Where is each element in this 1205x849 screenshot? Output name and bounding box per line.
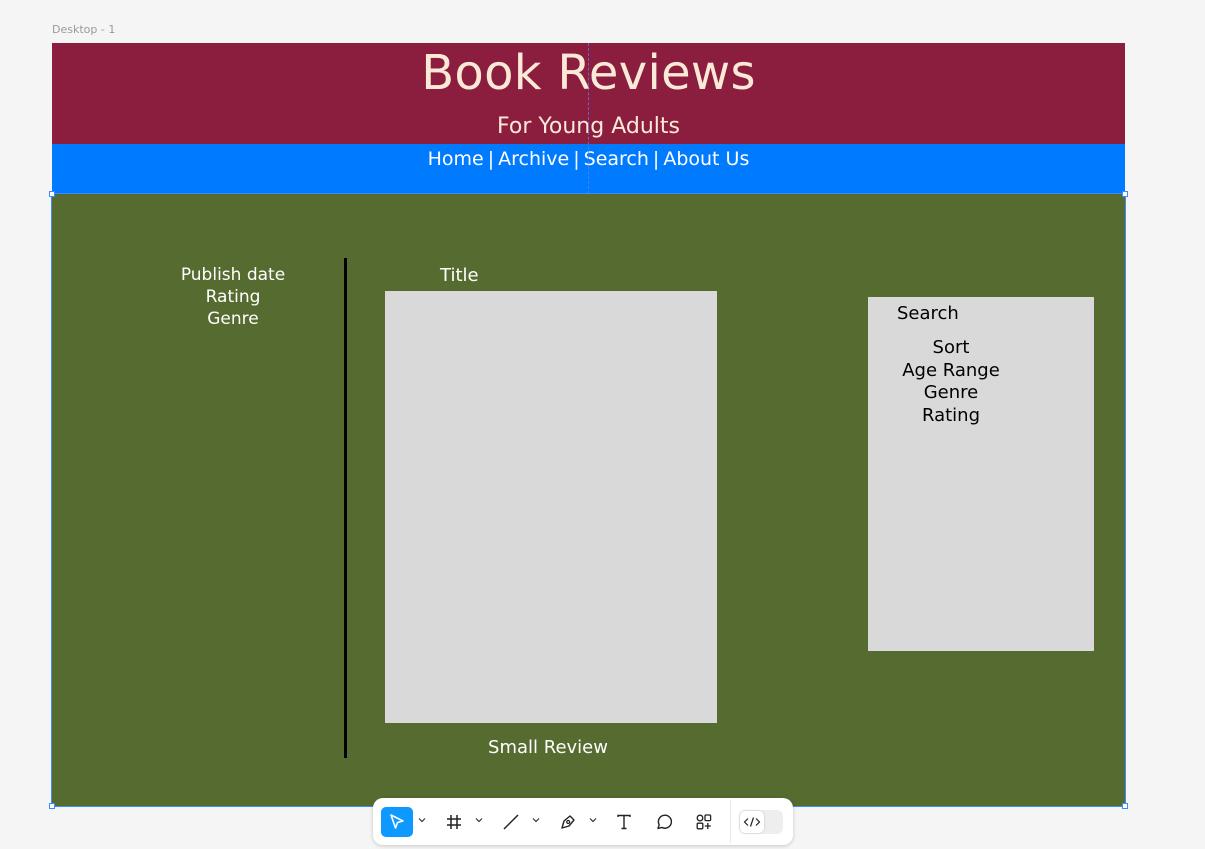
filter-sort[interactable]: Sort	[868, 337, 1034, 360]
filter-genre[interactable]: Genre	[868, 382, 1034, 405]
book-meta-list: Publish date Rating Genre	[172, 264, 294, 330]
vertical-divider[interactable]	[344, 258, 347, 758]
toolbar-separator	[730, 800, 731, 843]
filter-rating[interactable]: Rating	[868, 405, 1034, 428]
filter-age-range[interactable]: Age Range	[868, 360, 1034, 383]
meta-genre: Genre	[207, 309, 259, 329]
design-toolbar	[373, 798, 793, 845]
selection-handle-top-left[interactable]	[49, 191, 55, 197]
frame-tool-button[interactable]	[439, 807, 469, 837]
components-tool-button[interactable]	[689, 807, 719, 837]
chevron-down-icon[interactable]	[532, 816, 540, 824]
meta-rating: Rating	[205, 287, 261, 307]
book-cover-placeholder[interactable]	[385, 291, 717, 723]
selection-handle-bottom-right[interactable]	[1122, 803, 1128, 809]
nav-separator: |	[652, 148, 660, 170]
nav-link-about-us[interactable]: About Us	[663, 148, 749, 170]
desktop-frame[interactable]: Book Reviews For Young Adults Home | Archi…	[49, 43, 1128, 809]
move-cursor-icon	[390, 814, 404, 829]
comment-icon	[657, 814, 673, 830]
comment-tool-button[interactable]	[649, 807, 679, 837]
chevron-down-icon[interactable]	[418, 816, 426, 824]
chevron-down-icon[interactable]	[475, 816, 483, 824]
meta-publish-date: Publish date	[180, 265, 286, 285]
text-icon	[617, 814, 631, 830]
panel-search-label[interactable]: Search	[897, 303, 959, 325]
text-tool-button[interactable]	[609, 807, 639, 837]
nav-separator: |	[573, 148, 580, 170]
search-panel[interactable]: Search Sort Age Range Genre Rating	[868, 297, 1094, 651]
chevron-down-icon[interactable]	[589, 816, 597, 824]
frame-label[interactable]: Desktop - 1	[52, 23, 115, 36]
book-title[interactable]: Title	[440, 265, 479, 287]
small-review[interactable]: Small Review	[385, 737, 711, 759]
panel-filter-list: Sort Age Range Genre Rating	[868, 337, 1034, 427]
nav-separator: |	[487, 148, 495, 170]
pen-icon	[561, 815, 575, 829]
line-icon	[503, 814, 519, 830]
frame-icon	[447, 815, 461, 829]
layout-guide-line	[588, 43, 589, 194]
line-tool-button[interactable]	[496, 807, 526, 837]
main-content[interactable]: Publish date Rating Genre Title Small Re…	[49, 191, 1128, 809]
dev-mode-icon	[743, 817, 761, 827]
selection-handle-bottom-left[interactable]	[49, 803, 55, 809]
nav-link-archive[interactable]: Archive	[498, 148, 569, 170]
move-tool-button[interactable]	[381, 807, 413, 837]
selection-handle-top-right[interactable]	[1122, 191, 1128, 197]
nav-link-home[interactable]: Home	[428, 148, 484, 170]
components-icon	[696, 814, 712, 830]
pen-tool-button[interactable]	[553, 807, 583, 837]
nav-link-search[interactable]: Search	[584, 148, 649, 170]
dev-mode-knob	[740, 811, 764, 833]
dev-mode-toggle[interactable]	[739, 810, 783, 834]
